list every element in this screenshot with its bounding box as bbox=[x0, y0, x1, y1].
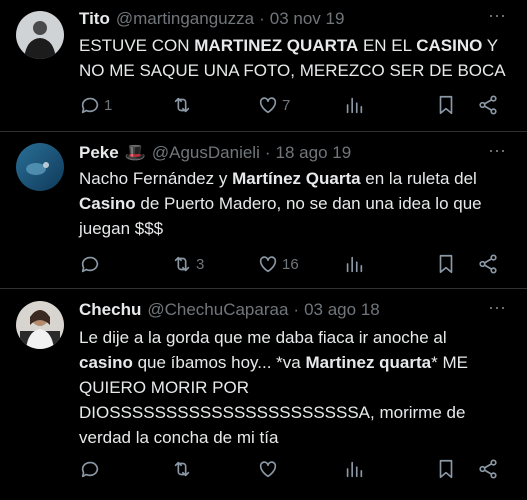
timestamp[interactable]: 18 ago 19 bbox=[276, 143, 352, 163]
retweet-icon bbox=[174, 461, 190, 477]
bookmark-icon bbox=[439, 95, 453, 115]
text-segment: de Puerto Madero, no se dan una idea lo … bbox=[79, 194, 482, 238]
views-button[interactable] bbox=[343, 252, 365, 276]
views-icon bbox=[346, 256, 363, 273]
reply-icon bbox=[81, 97, 99, 114]
handle[interactable]: @ChechuCaparaa bbox=[147, 300, 288, 320]
share-button[interactable] bbox=[477, 93, 499, 117]
views-icon bbox=[346, 461, 363, 478]
like-button[interactable]: 7 bbox=[257, 93, 290, 117]
text-segment-bold: Casino bbox=[79, 194, 136, 213]
bookmark-icon bbox=[439, 459, 453, 479]
tweet[interactable]: Tito @martinganguzza · 03 nov 19 ⋯ ESTUV… bbox=[0, 0, 527, 132]
share-icon bbox=[479, 95, 497, 115]
avatar[interactable] bbox=[16, 143, 64, 191]
share-button[interactable] bbox=[477, 252, 499, 276]
reply-button[interactable]: 1 bbox=[79, 93, 112, 117]
display-name[interactable]: Tito bbox=[79, 9, 110, 29]
avatar[interactable] bbox=[16, 301, 64, 349]
views-button[interactable] bbox=[343, 457, 365, 481]
views-button[interactable] bbox=[343, 93, 365, 117]
reply-icon bbox=[81, 256, 99, 273]
action-bar: 1 7 bbox=[79, 93, 509, 117]
text-segment: Nacho Fernández y bbox=[79, 169, 233, 188]
like-count: 7 bbox=[282, 96, 291, 114]
handle[interactable]: @AgusDanieli bbox=[152, 143, 260, 163]
retweet-button[interactable] bbox=[171, 93, 196, 117]
tweet-text: ESTUVE CON MARTINEZ QUARTA EN EL CASINO … bbox=[79, 33, 509, 83]
bookmark-button[interactable] bbox=[435, 93, 457, 117]
bookmark-button[interactable] bbox=[435, 457, 457, 481]
like-button[interactable]: 16 bbox=[257, 252, 299, 276]
bookmark-button[interactable] bbox=[435, 252, 457, 276]
timestamp[interactable]: 03 nov 19 bbox=[270, 9, 345, 29]
separator-dot: · bbox=[293, 300, 300, 319]
display-name[interactable]: Chechu bbox=[79, 300, 141, 320]
text-segment-bold: Martínez Quarta bbox=[232, 169, 361, 188]
share-icon bbox=[479, 459, 497, 479]
tweet[interactable]: Chechu @ChechuCaparaa · 03 ago 18 ⋯ Le d… bbox=[0, 288, 527, 500]
like-icon bbox=[259, 256, 277, 273]
reply-button[interactable] bbox=[79, 457, 104, 481]
like-icon bbox=[259, 97, 277, 114]
share-button[interactable] bbox=[477, 457, 499, 481]
views-icon bbox=[346, 97, 363, 114]
text-segment-bold: MARTINEZ QUARTA bbox=[194, 36, 359, 55]
tweet-text: Le dije a la gorda que me daba fiaca ir … bbox=[79, 325, 499, 450]
handle[interactable]: @martinganguzza bbox=[116, 9, 254, 29]
like-count: 16 bbox=[282, 255, 299, 273]
more-options-icon[interactable]: ⋯ bbox=[488, 141, 507, 162]
text-segment: ESTUVE CON bbox=[79, 36, 195, 55]
like-icon bbox=[259, 461, 277, 478]
retweet-icon bbox=[174, 97, 190, 113]
separator-dot: · bbox=[264, 143, 271, 162]
tweet-text: Nacho Fernández y Martínez Quarta en la … bbox=[79, 166, 509, 241]
separator-dot: · bbox=[259, 9, 265, 28]
display-name[interactable]: Peke bbox=[79, 143, 119, 163]
text-segment-bold: CASINO bbox=[416, 36, 483, 55]
more-options-icon[interactable]: ⋯ bbox=[488, 6, 507, 27]
reply-icon bbox=[81, 461, 99, 478]
text-segment: en la ruleta del bbox=[360, 169, 477, 188]
reply-count: 1 bbox=[104, 96, 113, 114]
bookmark-icon bbox=[439, 254, 453, 274]
retweet-button[interactable]: 3 bbox=[171, 252, 204, 276]
avatar[interactable] bbox=[16, 11, 64, 59]
text-segment: Le dije a la gorda que me daba fiaca ir … bbox=[79, 328, 447, 347]
top-hat-icon: 🎩 bbox=[124, 143, 146, 162]
tweet[interactable]: Peke 🎩 @AgusDanieli · 18 ago 19 ⋯ Nacho … bbox=[0, 131, 527, 289]
more-options-icon[interactable]: ⋯ bbox=[488, 298, 507, 319]
text-segment: que íbamos hoy... *va bbox=[132, 353, 306, 372]
action-bar bbox=[79, 457, 509, 481]
retweet-count: 3 bbox=[196, 255, 205, 273]
like-button[interactable] bbox=[257, 457, 282, 481]
share-icon bbox=[479, 254, 497, 274]
timestamp[interactable]: 03 ago 18 bbox=[304, 300, 380, 320]
retweet-button[interactable] bbox=[171, 457, 196, 481]
text-segment-bold: casino bbox=[79, 353, 133, 372]
retweet-icon bbox=[174, 256, 190, 272]
reply-button[interactable] bbox=[79, 252, 104, 276]
text-segment: EN EL bbox=[358, 36, 417, 55]
action-bar: 3 16 bbox=[79, 252, 509, 276]
text-segment-bold: Martinez quarta bbox=[305, 353, 432, 372]
